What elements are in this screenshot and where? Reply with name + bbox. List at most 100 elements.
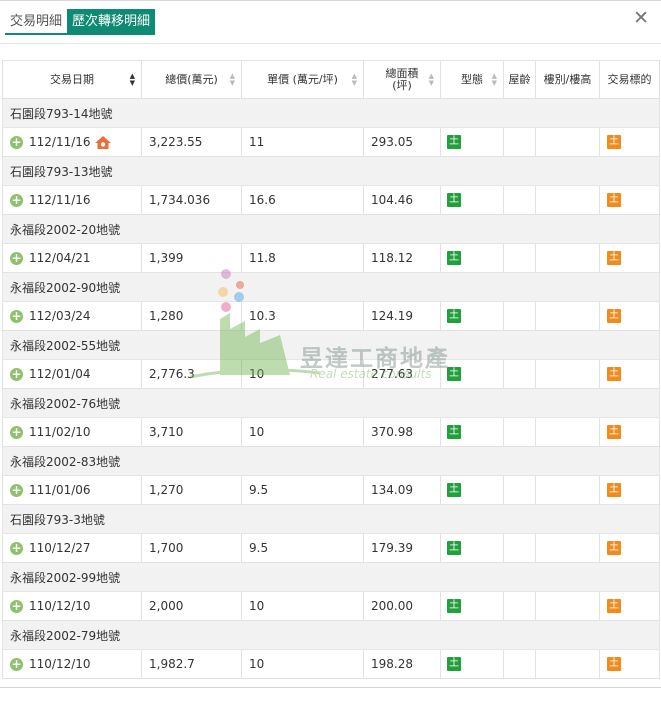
land-target-icon: 土 [607, 425, 621, 440]
col-header-date[interactable]: 交易日期 ▲ ▼ [2, 60, 142, 99]
table-row[interactable]: +110/12/27 1,700 9.5 179.39 土土 [2, 533, 660, 563]
cell-floor [535, 533, 600, 563]
date-text: 111/02/10 [29, 425, 91, 439]
table-row[interactable]: +111/02/10 3,710 10 370.98 土土 [2, 417, 660, 447]
cell-total-price: 2,776.3 [141, 359, 242, 389]
group-row: 石園段793-3地號 [2, 504, 660, 534]
table-row[interactable]: +112/04/21 1,399 11.8 118.12 土土 [2, 243, 660, 273]
cell-floor [535, 359, 600, 389]
cell-age [503, 359, 536, 389]
expand-plus-icon[interactable]: + [10, 135, 23, 149]
cell-target: 土 [599, 127, 660, 157]
cell-floor [535, 417, 600, 447]
parcel-title: 永福段2002-90地號 [2, 272, 660, 302]
group-row: 永福段2002-99地號 [2, 562, 660, 592]
cell-date: +111/02/10 [2, 417, 142, 447]
table-row[interactable]: +112/03/24 1,280 10.3 124.19 土土 [2, 301, 660, 331]
parcel-title: 永福段2002-83地號 [2, 446, 660, 476]
cell-floor [535, 591, 600, 621]
col-header-age[interactable]: 屋齡 [503, 60, 536, 99]
cell-target: 土 [599, 475, 660, 505]
col-header-area[interactable]: 總面積 (坪) ▲ ▼ [363, 60, 441, 99]
expand-plus-icon[interactable]: + [10, 252, 23, 265]
expand-plus-icon[interactable]: + [10, 310, 23, 323]
cell-target: 土 [599, 243, 660, 273]
cell-area: 198.28 [363, 649, 441, 679]
group-row: 永福段2002-76地號 [2, 388, 660, 418]
table-row[interactable]: +111/01/06 1,270 9.5 134.09 土土 [2, 475, 660, 505]
sort-icon: ▲ ▼ [229, 71, 235, 87]
cell-type: 土 [440, 185, 504, 215]
cell-unit-price: 10 [241, 417, 364, 447]
expand-plus-icon[interactable]: + [10, 484, 23, 497]
date-text: 111/01/06 [29, 483, 91, 497]
col-header-floor[interactable]: 樓別/樓高 [535, 60, 600, 99]
col-header-type[interactable]: 型態 ▲ ▼ [440, 60, 504, 99]
date-text: 112/01/04 [29, 367, 91, 381]
cell-total-price: 2,000 [141, 591, 242, 621]
cell-area: 179.39 [363, 533, 441, 563]
land-type-icon: 土 [447, 251, 461, 266]
cell-age [503, 591, 536, 621]
cell-area: 200.00 [363, 591, 441, 621]
cell-unit-price: 10 [241, 591, 364, 621]
cell-age [503, 301, 536, 331]
table-row[interactable]: +112/01/04 2,776.3 10 277.63 土土 [2, 359, 660, 389]
land-type-icon: 土 [447, 425, 461, 440]
col-header-target[interactable]: 交易標的 [599, 60, 660, 99]
cell-floor [535, 185, 600, 215]
cell-date: +112/03/24 [2, 301, 142, 331]
table-row[interactable]: +112/11/16 3,223.55 11 293.05 土土 [2, 127, 660, 157]
col-header-total-price[interactable]: 總價(萬元) ▲ ▼ [141, 60, 242, 99]
parcel-title: 永福段2002-79地號 [2, 620, 660, 650]
cell-total-price: 1,982.7 [141, 649, 242, 679]
land-target-icon: 土 [607, 135, 621, 150]
table-row[interactable]: +110/12/10 2,000 10 200.00 土土 [2, 591, 660, 621]
cell-target: 土 [599, 533, 660, 563]
parcel-title: 永福段2002-76地號 [2, 388, 660, 418]
cell-target: 土 [599, 185, 660, 215]
expand-plus-icon[interactable]: + [10, 194, 23, 207]
cell-type: 土 [440, 243, 504, 273]
table-row[interactable]: +112/11/16 1,734.036 16.6 104.46 土土 [2, 185, 660, 215]
land-target-icon: 土 [607, 309, 621, 324]
parcel-title: 永福段2002-55地號 [2, 330, 660, 360]
cell-date: +110/12/10 [2, 591, 142, 621]
cell-area: 134.09 [363, 475, 441, 505]
house-icon[interactable] [94, 135, 112, 150]
group-row: 永福段2002-55地號 [2, 330, 660, 360]
land-target-icon: 土 [607, 483, 621, 498]
cell-total-price: 3,223.55 [141, 127, 242, 157]
cell-date: +110/12/10 [2, 649, 142, 679]
group-row: 永福段2002-83地號 [2, 446, 660, 476]
tab-transfer-history[interactable]: 歷次轉移明細 [67, 9, 156, 35]
table-row[interactable]: +110/12/10 1,982.7 10 198.28 土土 [2, 649, 660, 679]
close-icon[interactable]: ✕ [633, 7, 649, 29]
date-text: 112/11/16 [29, 193, 91, 207]
expand-plus-icon[interactable]: + [10, 368, 23, 381]
expand-plus-icon[interactable]: + [10, 542, 23, 555]
cell-area: 277.63 [363, 359, 441, 389]
sort-icon: ▲ ▼ [428, 71, 434, 87]
cell-type: 土 [440, 591, 504, 621]
date-text: 110/12/10 [29, 599, 91, 613]
cell-total-price: 1,399 [141, 243, 242, 273]
transfer-table-container: 交易日期 ▲ ▼ 總價(萬元) ▲ ▼ 單價 (萬元/坪) ▲ ▼ 總面積 (坪) ▲ ▼ 型態… [2, 60, 660, 679]
cell-unit-price: 10.3 [241, 301, 364, 331]
tab-transaction-detail[interactable]: 交易明細 [5, 9, 68, 35]
cell-type: 土 [440, 649, 504, 679]
date-text: 112/04/21 [29, 251, 91, 265]
cell-unit-price: 10 [241, 649, 364, 679]
cell-age [503, 533, 536, 563]
col-header-unit-price[interactable]: 單價 (萬元/坪) ▲ ▼ [241, 60, 364, 99]
cell-date: +112/11/16 [2, 185, 142, 215]
land-type-icon: 土 [447, 541, 461, 556]
expand-plus-icon[interactable]: + [10, 426, 23, 439]
cell-type: 土 [440, 533, 504, 563]
table-body: 石園段793-14地號 +112/11/16 3,223.55 11 293.05 土土石… [2, 98, 660, 679]
cell-date: +112/11/16 [2, 127, 142, 157]
cell-floor [535, 475, 600, 505]
cell-target: 土 [599, 591, 660, 621]
expand-plus-icon[interactable]: + [10, 658, 23, 671]
expand-plus-icon[interactable]: + [10, 600, 23, 613]
